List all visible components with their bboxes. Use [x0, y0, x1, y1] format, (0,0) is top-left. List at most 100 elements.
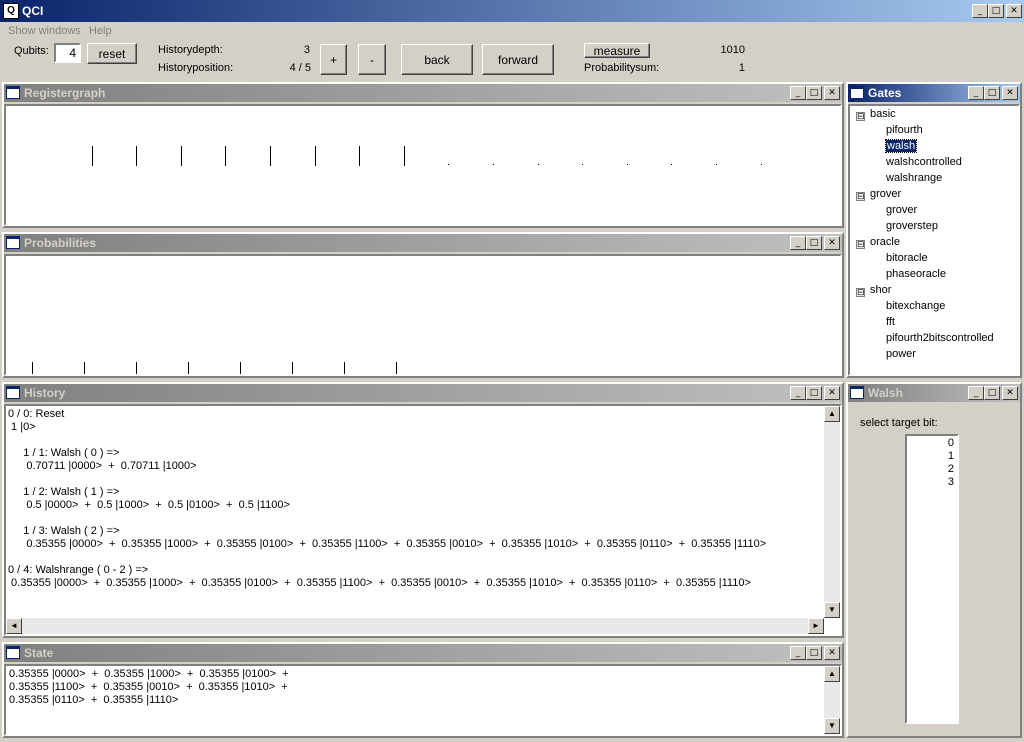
tree-item-pifourth[interactable]: pifourth	[886, 124, 923, 136]
increase-depth-button[interactable]: +	[320, 44, 347, 75]
minimize-icon[interactable]: _	[790, 86, 806, 100]
tree-item-walshrange[interactable]: walshrange	[886, 172, 942, 184]
window-icon	[6, 86, 20, 99]
tree-item-grover[interactable]: grover	[886, 204, 917, 216]
history-window: History _ □ ✕ 0 / 0: Reset 1 |0> 1 / 1: …	[2, 382, 844, 638]
history-line: 0.70711 |0000> + 0.70711 |1000>	[8, 460, 197, 472]
scroll-up-icon[interactable]: ▲	[824, 406, 840, 422]
measure-button[interactable]: measure	[584, 43, 650, 58]
tree-item-phaseoracle[interactable]: phaseoracle	[886, 268, 946, 280]
collapse-icon[interactable]: ⊟	[856, 112, 865, 121]
history-text-area[interactable]: 0 / 0: Reset 1 |0> 1 / 1: Walsh ( 0 ) =>…	[4, 404, 842, 636]
register-amplitude-mark	[270, 146, 271, 166]
register-zero-mark	[538, 164, 539, 165]
probability-bar	[188, 362, 189, 374]
walsh-titlebar[interactable]: Walsh _ □ ✕	[848, 384, 1020, 402]
historyposition-label: Historyposition:	[158, 62, 234, 74]
probability-bar	[344, 362, 345, 374]
gates-title: Gates	[868, 86, 902, 100]
scroll-left-icon[interactable]: ◄	[6, 618, 22, 634]
collapse-icon[interactable]: ⊟	[856, 288, 865, 297]
target-bit-list[interactable]: 0 1 2 3	[905, 434, 959, 724]
back-button[interactable]: back	[401, 44, 473, 75]
menu-help[interactable]: Help	[89, 25, 112, 37]
register-amplitude-mark	[136, 146, 137, 166]
state-text-area[interactable]: 0.35355 |0000> + 0.35355 |1000> + 0.3535…	[4, 664, 842, 736]
target-bit-option-0[interactable]: 0	[948, 437, 954, 449]
probabilities-titlebar[interactable]: Probabilities _ □ ✕	[4, 234, 842, 252]
tree-item-walsh[interactable]: walsh	[884, 139, 918, 153]
scroll-right-icon[interactable]: ►	[808, 618, 824, 634]
select-target-bit-label: select target bit:	[860, 417, 938, 429]
close-icon[interactable]: ✕	[1002, 86, 1018, 100]
history-titlebar[interactable]: History _ □ ✕	[4, 384, 842, 402]
maximize-icon[interactable]: □	[984, 86, 1000, 100]
historydepth-value: 3	[303, 44, 310, 56]
tree-group-basic[interactable]: basic	[870, 108, 896, 120]
close-icon[interactable]: ✕	[824, 646, 840, 660]
minimize-icon[interactable]: _	[968, 86, 984, 100]
tree-item-bitoracle[interactable]: bitoracle	[886, 252, 928, 264]
maximize-icon[interactable]: □	[806, 236, 822, 250]
history-line: 1 |0>	[8, 421, 36, 433]
minimize-icon[interactable]: _	[968, 386, 984, 400]
tree-item-power[interactable]: power	[886, 348, 916, 360]
collapse-icon[interactable]: ⊟	[856, 192, 865, 201]
state-vscrollbar[interactable]: ▲ ▼	[824, 666, 840, 734]
scroll-up-icon[interactable]: ▲	[824, 666, 840, 682]
tree-item-groverstep[interactable]: groverstep	[886, 220, 938, 232]
history-vscrollbar[interactable]: ▲ ▼	[824, 406, 840, 618]
tree-group-oracle[interactable]: oracle	[870, 236, 900, 248]
tree-group-grover[interactable]: grover	[870, 188, 901, 200]
app-titlebar[interactable]: Q QCI _ □ ✕	[0, 0, 1024, 22]
register-zero-mark	[716, 164, 717, 165]
state-titlebar[interactable]: State _ □ ✕	[4, 644, 842, 662]
maximize-icon[interactable]: □	[984, 386, 1000, 400]
tree-item-walshcontrolled[interactable]: walshcontrolled	[886, 156, 962, 168]
minimize-icon[interactable]: _	[790, 646, 806, 660]
probabilities-title: Probabilities	[24, 236, 97, 250]
reset-button[interactable]: reset	[87, 43, 137, 64]
state-window: State _ □ ✕ 0.35355 |0000> + 0.35355 |10…	[2, 642, 844, 738]
target-bit-option-3[interactable]: 3	[948, 476, 954, 488]
register-zero-mark	[627, 164, 628, 165]
tree-item-bitexchange[interactable]: bitexchange	[886, 300, 945, 312]
window-icon	[850, 386, 864, 399]
decrease-depth-button[interactable]: -	[358, 44, 386, 75]
target-bit-option-1[interactable]: 1	[948, 450, 954, 462]
maximize-icon[interactable]: □	[806, 86, 822, 100]
history-hscrollbar[interactable]: ◄ ►	[6, 618, 824, 634]
target-bit-option-2[interactable]: 2	[948, 463, 954, 475]
close-icon[interactable]: ✕	[824, 386, 840, 400]
maximize-icon[interactable]: □	[806, 646, 822, 660]
register-amplitude-mark	[181, 146, 182, 166]
tree-item-pifourth2bitscontrolled[interactable]: pifourth2bitscontrolled	[886, 332, 994, 344]
minimize-icon[interactable]: _	[790, 236, 806, 250]
history-line	[8, 473, 822, 486]
maximize-icon[interactable]: □	[988, 4, 1004, 18]
tree-item-fft[interactable]: fft	[886, 316, 895, 328]
maximize-icon[interactable]: □	[806, 386, 822, 400]
collapse-icon[interactable]: ⊟	[856, 240, 865, 249]
close-icon[interactable]: ✕	[824, 236, 840, 250]
history-text: 0 / 0: Reset 1 |0> 1 / 1: Walsh ( 0 ) =>…	[8, 408, 822, 590]
close-icon[interactable]: ✕	[1006, 4, 1022, 18]
scroll-down-icon[interactable]: ▼	[824, 718, 840, 734]
register-amplitude-mark	[404, 146, 405, 166]
forward-button[interactable]: forward	[482, 44, 554, 75]
qubits-input[interactable]: 4	[54, 43, 81, 63]
close-icon[interactable]: ✕	[1002, 386, 1018, 400]
window-icon	[850, 86, 864, 99]
register-amplitude-mark	[315, 146, 316, 166]
state-text: 0.35355 |0000> + 0.35355 |1000> + 0.3535…	[9, 668, 822, 707]
measure-value: 1010	[720, 44, 745, 56]
gates-tree[interactable]: ⊟ basic pifourth walsh walshcontrolled w…	[848, 104, 1020, 376]
tree-group-shor[interactable]: shor	[870, 284, 891, 296]
scroll-down-icon[interactable]: ▼	[824, 602, 840, 618]
menu-show-windows[interactable]: Show windows	[8, 25, 81, 37]
close-icon[interactable]: ✕	[824, 86, 840, 100]
minimize-icon[interactable]: _	[790, 386, 806, 400]
registergraph-titlebar[interactable]: Registergraph _ □ ✕	[4, 84, 842, 102]
minimize-icon[interactable]: _	[972, 4, 988, 18]
gates-titlebar[interactable]: Gates _ □ ✕	[848, 84, 1020, 102]
